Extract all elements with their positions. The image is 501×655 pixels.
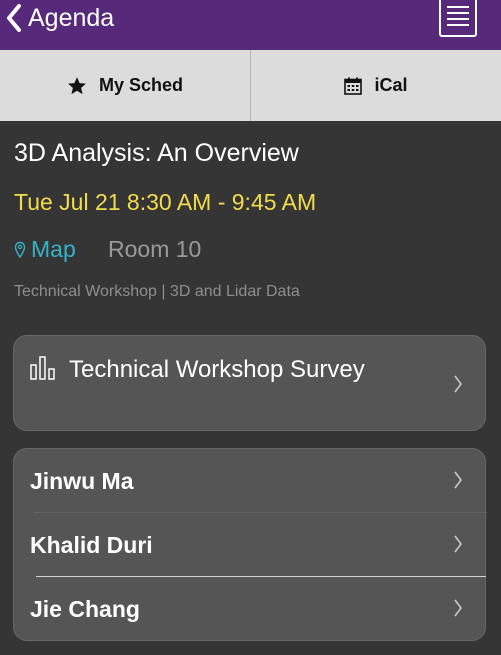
speakers-list: Jinwu Ma Khalid Duri Jie Chang	[13, 448, 487, 641]
notes-button[interactable]	[439, 0, 477, 37]
my-sched-label: My Sched	[98, 75, 184, 95]
chevron-left-icon	[7, 4, 21, 32]
map-link[interactable]: Map	[14, 236, 76, 263]
session-title: 3D Analysis: An Overview	[14, 139, 299, 167]
session-track: Technical Workshop | 3D and Lidar Data	[14, 283, 300, 300]
speaker-row[interactable]: Jinwu Ma	[14, 449, 485, 513]
speaker-row[interactable]: Khalid Duri	[14, 513, 485, 577]
speaker-name: Jie Chang	[30, 596, 140, 622]
chevron-right-icon	[454, 599, 462, 617]
my-sched-button[interactable]: My Sched	[0, 50, 250, 121]
map-pin-icon	[14, 241, 26, 258]
speaker-row[interactable]: Jie Chang	[14, 577, 485, 641]
nav-bar: Agenda	[0, 0, 501, 50]
room-label: Room 10	[108, 236, 202, 262]
chevron-right-icon	[454, 375, 462, 393]
map-label: Map	[31, 236, 76, 262]
toolbar: My Sched iCal	[0, 50, 501, 121]
speaker-name: Khalid Duri	[30, 532, 153, 558]
survey-label: Technical Workshop Survey	[69, 356, 365, 383]
speaker-name: Jinwu Ma	[30, 468, 134, 494]
ical-label: iCal	[374, 75, 408, 95]
star-icon	[67, 76, 87, 96]
back-label: Agenda	[28, 3, 115, 32]
back-button[interactable]: Agenda	[6, 0, 114, 36]
session-time: Tue Jul 21 8:30 AM - 9:45 AM	[14, 189, 317, 215]
chevron-right-icon	[454, 471, 462, 489]
calendar-icon	[344, 77, 363, 95]
survey-row[interactable]: Technical Workshop Survey	[13, 335, 486, 431]
chevron-right-icon	[454, 535, 462, 553]
ical-button[interactable]: iCal	[250, 50, 501, 121]
bar-chart-icon	[30, 356, 55, 380]
